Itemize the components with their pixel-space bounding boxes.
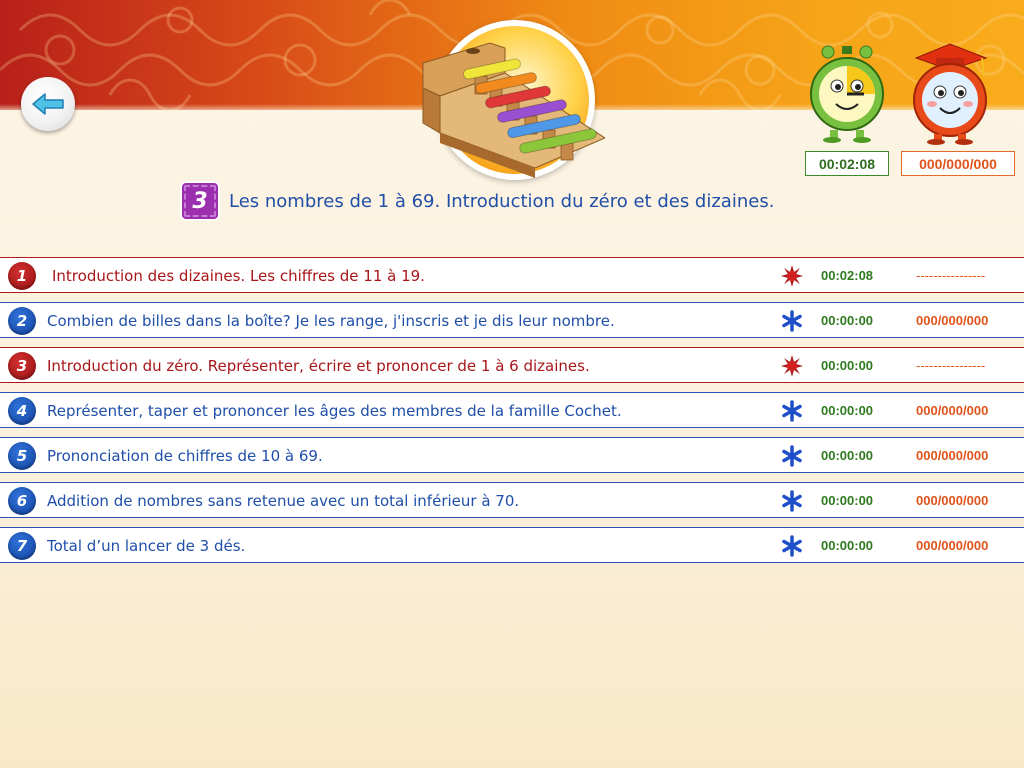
starburst-icon (781, 355, 803, 377)
total-timer: 00:02:08 (805, 151, 889, 176)
back-arrow-icon (32, 93, 64, 115)
app-logo (415, 18, 605, 183)
exercise-number: 1 (8, 262, 36, 290)
exercise-row-1[interactable]: 1 Introduction des dizaines. Les chiffre… (0, 257, 1024, 293)
exercise-time: 00:00:00 (821, 538, 874, 553)
graduate-clock-mascot-icon (913, 43, 988, 145)
clock-mascot-icon (810, 45, 884, 143)
exercise-score: 000/000/000 (916, 538, 989, 553)
exercise-label: Total d’un lancer de 3 dés. (47, 537, 246, 555)
exercise-label: Introduction des dizaines. Les chiffres … (52, 267, 425, 285)
exercise-time: 00:00:00 (821, 493, 874, 508)
exercise-row-5[interactable]: 5 Prononciation de chiffres de 10 à 69. … (0, 437, 1024, 473)
exercise-time: 00:00:00 (821, 403, 874, 418)
asterisk-icon (782, 445, 802, 467)
xylophone-stairs-icon (422, 42, 605, 178)
exercise-time: 00:00:00 (821, 448, 874, 463)
lesson-heading: 3 Les nombres de 1 à 69. Introduction du… (180, 181, 774, 221)
lesson-title: Les nombres de 1 à 69. Introduction du z… (229, 190, 775, 212)
exercise-score: 000/000/000 (916, 313, 989, 328)
exercise-number: 2 (8, 307, 36, 335)
exercise-label: Représenter, taper et prononcer les âges… (47, 402, 622, 420)
asterisk-icon (782, 310, 802, 332)
asterisk-icon (782, 400, 802, 422)
starburst-icon (781, 265, 803, 287)
exercise-row-3[interactable]: 3 Introduction du zéro. Représenter, écr… (0, 347, 1024, 383)
exercise-time: 00:00:00 (821, 358, 874, 373)
lesson-number-badge: 3 (180, 181, 220, 221)
exercise-row-6[interactable]: 6 Addition de nombres sans retenue avec … (0, 482, 1024, 518)
exercise-label: Prononciation de chiffres de 10 à 69. (47, 447, 323, 465)
exercise-number: 5 (8, 442, 36, 470)
exercise-number: 4 (8, 397, 36, 425)
exercise-row-2[interactable]: 2 Combien de billes dans la boîte? Je le… (0, 302, 1024, 338)
exercise-row-7[interactable]: 7 Total d’un lancer de 3 dés. 00:00:00 0… (0, 527, 1024, 563)
exercise-number: 6 (8, 487, 36, 515)
exercise-score: 000/000/000 (916, 403, 989, 418)
asterisk-icon (782, 535, 802, 557)
back-button[interactable] (21, 77, 75, 131)
exercise-number: 7 (8, 532, 36, 560)
exercise-time: 00:00:00 (821, 313, 874, 328)
exercise-row-4[interactable]: 4 Représenter, taper et prononcer les âg… (0, 392, 1024, 428)
total-score: 000/000/000 (901, 151, 1015, 176)
exercise-number: 3 (8, 352, 36, 380)
exercise-label: Combien de billes dans la boîte? Je les … (47, 312, 615, 330)
exercise-label: Introduction du zéro. Représenter, écrir… (47, 357, 590, 375)
exercise-score: 000/000/000 (916, 493, 989, 508)
exercise-label: Addition de nombres sans retenue avec un… (47, 492, 520, 510)
exercise-score: 000/000/000 (916, 448, 989, 463)
exercise-score: ---------------- (916, 358, 986, 373)
asterisk-icon (782, 490, 802, 512)
exercise-time: 00:02:08 (821, 268, 874, 283)
exercise-score: ---------------- (916, 268, 986, 283)
